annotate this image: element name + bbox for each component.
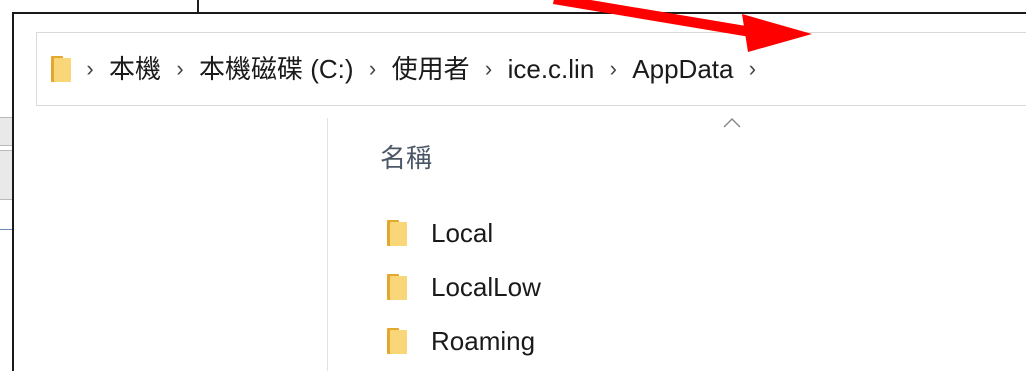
name-column-header[interactable]: 名稱 bbox=[380, 138, 432, 175]
breadcrumb-separator[interactable]: › bbox=[161, 56, 199, 82]
breadcrumb-users[interactable]: 使用者 bbox=[392, 56, 470, 82]
breadcrumb-user-folder[interactable]: ice.c.lin bbox=[508, 56, 595, 82]
list-item[interactable]: Roaming bbox=[387, 314, 541, 368]
breadcrumb-appdata[interactable]: AppData bbox=[632, 56, 733, 82]
breadcrumb-separator[interactable]: › bbox=[733, 56, 771, 82]
address-bar[interactable]: › 本機 › 本機磁碟 (C:) › 使用者 › ice.c.lin › App… bbox=[36, 32, 1026, 106]
folder-icon bbox=[387, 220, 407, 246]
list-item[interactable]: LocalLow bbox=[387, 260, 541, 314]
file-name: Roaming bbox=[431, 325, 536, 356]
file-name: LocalLow bbox=[431, 271, 541, 302]
breadcrumb-separator[interactable]: › bbox=[470, 56, 508, 82]
folder-icon bbox=[51, 56, 71, 82]
list-item[interactable]: Local bbox=[387, 206, 541, 260]
breadcrumb-separator[interactable]: › bbox=[71, 56, 109, 82]
file-name: Local bbox=[431, 217, 494, 248]
navigation-pane-divider[interactable] bbox=[327, 118, 328, 371]
screenshot-stage: › 本機 › 本機磁碟 (C:) › 使用者 › ice.c.lin › App… bbox=[0, 0, 1026, 371]
file-explorer-window: › 本機 › 本機磁碟 (C:) › 使用者 › ice.c.lin › App… bbox=[12, 12, 1026, 371]
breadcrumb-separator[interactable]: › bbox=[354, 56, 392, 82]
file-list: Local LocalLow Roaming bbox=[387, 206, 541, 368]
breadcrumb-this-pc[interactable]: 本機 bbox=[109, 56, 161, 82]
folder-icon bbox=[387, 274, 407, 300]
breadcrumb-separator[interactable]: › bbox=[594, 56, 632, 82]
folder-icon bbox=[387, 328, 407, 354]
chevron-up-icon[interactable] bbox=[722, 115, 742, 129]
breadcrumb-local-disk[interactable]: 本機磁碟 (C:) bbox=[199, 56, 354, 82]
